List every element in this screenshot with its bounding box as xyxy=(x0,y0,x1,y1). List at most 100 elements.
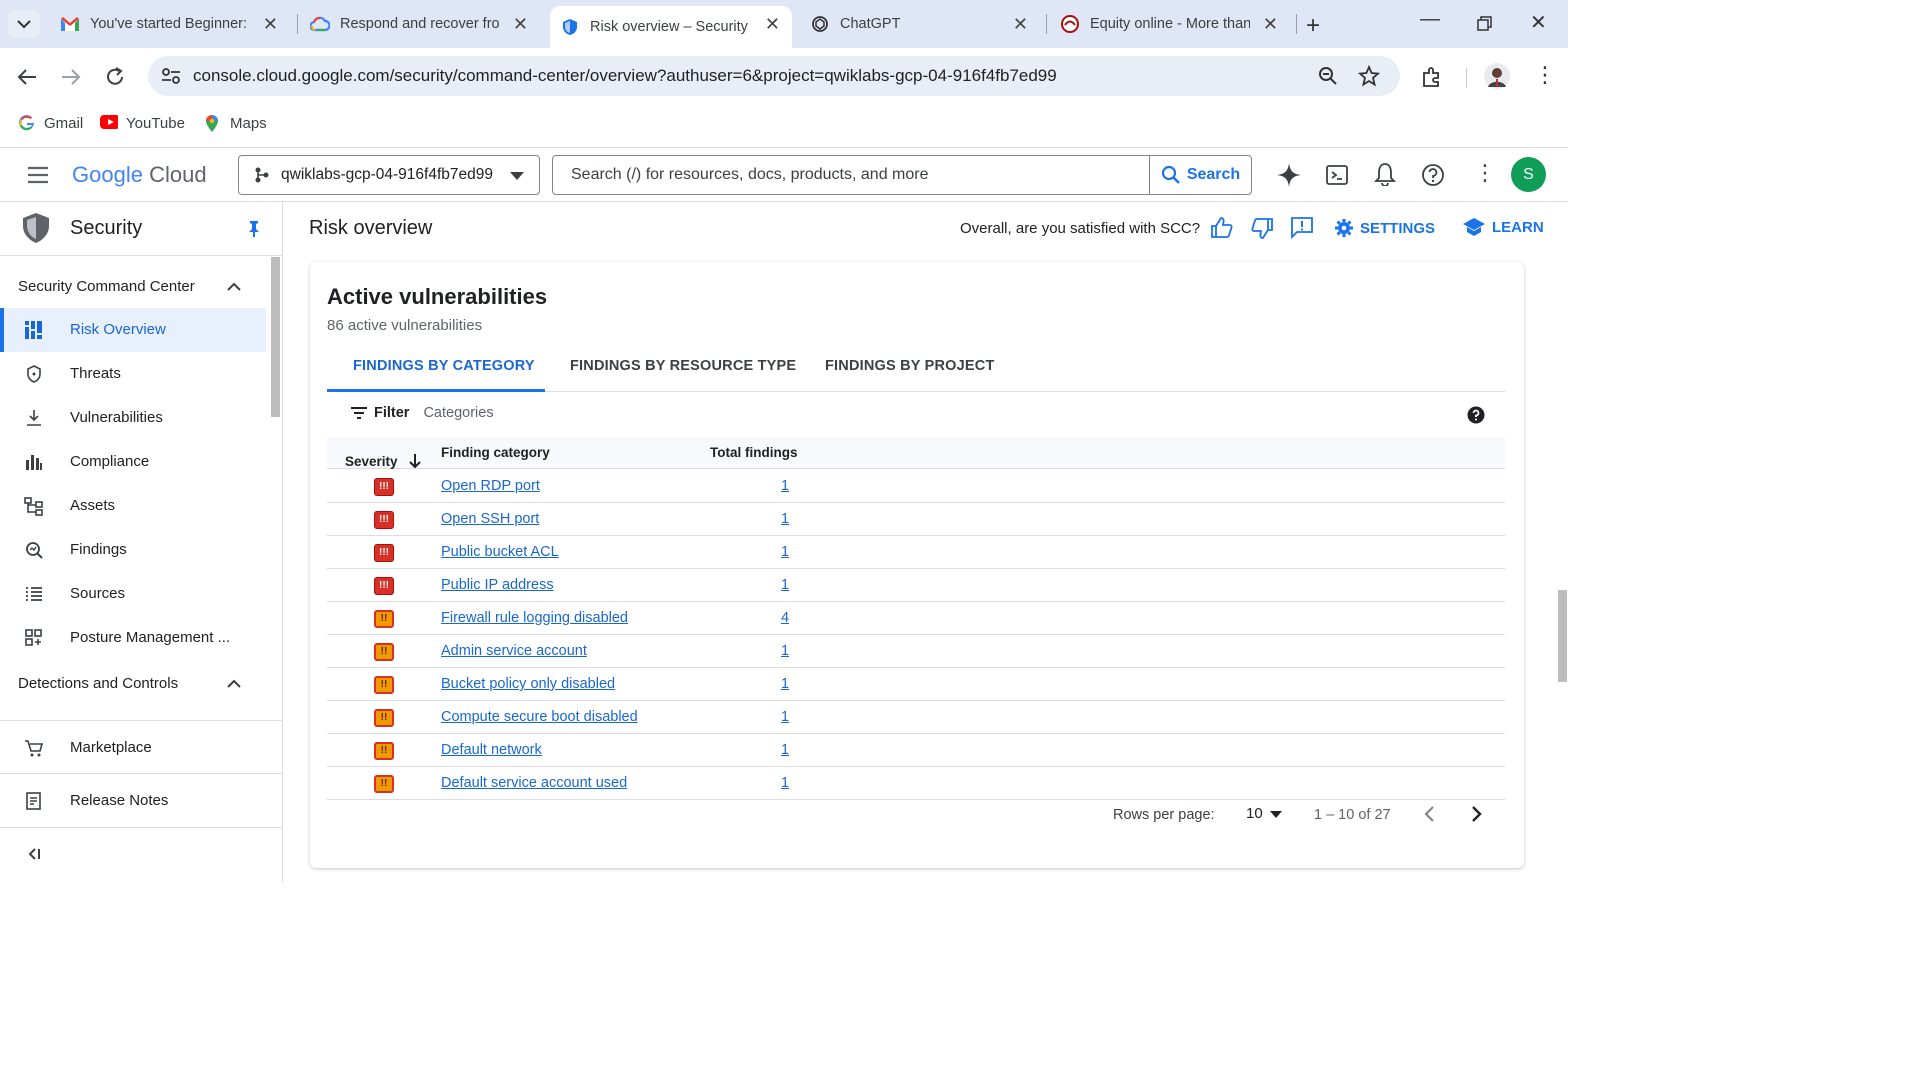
pagination-range: 1 – 10 of 27 xyxy=(1314,807,1391,823)
category-link[interactable]: Default network xyxy=(441,742,542,758)
profile-avatar-icon[interactable] xyxy=(1484,63,1510,89)
shield-icon xyxy=(27,365,41,383)
new-tab-plus-icon[interactable]: + xyxy=(1306,12,1320,40)
address-bar[interactable]: console.cloud.google.com/security/comman… xyxy=(148,56,1400,96)
reload-icon[interactable] xyxy=(104,66,126,88)
bookmark-gmail[interactable]: Gmail xyxy=(18,114,83,132)
rows-per-page-select[interactable]: 10 xyxy=(1246,805,1283,822)
sidebar-item-vulnerabilities[interactable]: Vulnerabilities xyxy=(0,396,266,440)
sidebar-item-assets[interactable]: Assets xyxy=(0,484,266,528)
tab-search-button[interactable] xyxy=(8,10,40,38)
global-search[interactable]: Search (/) for resources, docs, products… xyxy=(552,155,1252,195)
notifications-bell-icon[interactable] xyxy=(1374,162,1396,186)
category-link[interactable]: Admin service account xyxy=(441,643,587,659)
search-input[interactable]: Search (/) for resources, docs, products… xyxy=(571,166,928,184)
next-page-icon[interactable] xyxy=(1468,805,1484,823)
close-icon[interactable]: ✕ xyxy=(263,14,278,35)
browser-tab[interactable]: ChatGPT ✕ xyxy=(800,6,1040,42)
extensions-puzzle-icon[interactable] xyxy=(1420,65,1444,89)
sidebar-item-sources[interactable]: Sources xyxy=(0,572,266,616)
sidebar-scrollbar[interactable] xyxy=(271,257,280,417)
section-security-command-center[interactable]: Security Command Center xyxy=(18,278,195,295)
bookmark-youtube[interactable]: YouTube xyxy=(100,114,185,132)
hamburger-menu-icon[interactable] xyxy=(26,165,50,185)
category-link[interactable]: Default service account used xyxy=(441,775,627,791)
total-findings-link[interactable]: 1 xyxy=(781,676,789,692)
site-settings-icon[interactable] xyxy=(160,66,182,86)
page-header: Risk overview Overall, are you satisfied… xyxy=(284,202,1568,256)
close-icon[interactable]: ✕ xyxy=(513,14,528,35)
section-detections-and-controls[interactable]: Detections and Controls xyxy=(18,675,178,692)
close-icon[interactable]: ✕ xyxy=(765,14,780,35)
filter-bar[interactable]: Filter Categories xyxy=(350,405,494,421)
chevron-up-icon[interactable] xyxy=(226,677,242,689)
sidebar-item-posture-management[interactable]: Posture Management ... xyxy=(0,616,266,660)
close-window-icon[interactable]: ✕ xyxy=(1530,10,1547,35)
browser-tab-active[interactable]: Risk overview – Security – ✕ xyxy=(550,6,792,48)
total-findings-link[interactable]: 4 xyxy=(781,610,789,626)
product-title: Security xyxy=(70,217,143,239)
forward-arrow-icon[interactable] xyxy=(60,66,82,88)
account-avatar[interactable]: S xyxy=(1511,157,1546,192)
feedback-icon[interactable] xyxy=(1290,216,1314,240)
browser-tab[interactable]: Respond and recover from ✕ xyxy=(300,6,540,42)
category-link[interactable]: Open RDP port xyxy=(441,478,540,494)
tab-title: Respond and recover from xyxy=(340,16,500,32)
thumbs-up-icon[interactable] xyxy=(1210,216,1234,240)
sidebar-item-compliance[interactable]: Compliance xyxy=(0,440,266,484)
total-findings-link[interactable]: 1 xyxy=(781,544,789,560)
total-findings-link[interactable]: 1 xyxy=(781,643,789,659)
gemini-sparkle-icon[interactable] xyxy=(1276,162,1302,188)
back-arrow-icon[interactable] xyxy=(16,66,38,88)
filter-input[interactable]: Categories xyxy=(423,405,493,421)
category-link[interactable]: Compute secure boot disabled xyxy=(441,709,638,725)
sidebar-item-risk-overview[interactable]: Risk Overview xyxy=(0,308,266,352)
tab-findings-by-resource-type[interactable]: FINDINGS BY RESOURCE TYPE xyxy=(570,358,796,374)
category-link[interactable]: Public IP address xyxy=(441,577,554,593)
close-icon[interactable]: ✕ xyxy=(1013,14,1028,35)
cloud-shell-terminal-icon[interactable] xyxy=(1326,164,1348,186)
sidebar-item-marketplace[interactable]: Marketplace xyxy=(0,726,266,770)
url-text: console.cloud.google.com/security/comman… xyxy=(193,66,1057,85)
learn-button[interactable]: LEARN xyxy=(1462,217,1544,237)
total-findings-link[interactable]: 1 xyxy=(781,709,789,725)
previous-page-icon[interactable] xyxy=(1422,805,1438,823)
tab-findings-by-category[interactable]: FINDINGS BY CATEGORY xyxy=(353,358,535,374)
google-cloud-logo[interactable]: Google Cloud xyxy=(72,162,207,188)
dropdown-arrow-icon xyxy=(1269,810,1282,818)
total-findings-link[interactable]: 1 xyxy=(781,478,789,494)
total-findings-link[interactable]: 1 xyxy=(781,511,789,527)
browser-tab[interactable]: You've started Beginner: C ✕ xyxy=(50,6,290,42)
total-findings-link[interactable]: 1 xyxy=(781,775,789,791)
category-link[interactable]: Firewall rule logging disabled xyxy=(441,610,628,626)
zoom-icon[interactable] xyxy=(1318,66,1338,86)
more-options-icon[interactable]: ⋮ xyxy=(1474,160,1496,186)
cart-icon xyxy=(25,740,44,757)
restore-window-icon[interactable] xyxy=(1476,16,1492,32)
collapse-nav-icon[interactable] xyxy=(26,846,42,862)
minimize-icon[interactable]: — xyxy=(1420,8,1440,31)
category-link[interactable]: Bucket policy only disabled xyxy=(441,676,615,692)
sidebar-item-findings[interactable]: Findings xyxy=(0,528,266,572)
chevron-up-icon[interactable] xyxy=(226,280,242,292)
close-icon[interactable]: ✕ xyxy=(1263,14,1278,35)
bookmark-star-icon[interactable] xyxy=(1358,65,1380,87)
main-scrollbar[interactable] xyxy=(1558,590,1567,682)
help-icon[interactable] xyxy=(1467,406,1485,424)
bookmark-maps[interactable]: Maps xyxy=(204,114,267,132)
settings-button[interactable]: SETTINGS xyxy=(1334,218,1435,238)
search-button[interactable]: Search xyxy=(1149,156,1251,194)
category-link[interactable]: Open SSH port xyxy=(441,511,539,527)
browser-tab[interactable]: Equity online - More than ✕ xyxy=(1050,6,1290,42)
total-findings-link[interactable]: 1 xyxy=(781,577,789,593)
help-icon[interactable] xyxy=(1421,163,1445,187)
thumbs-down-icon[interactable] xyxy=(1250,218,1274,242)
sidebar-item-release-notes[interactable]: Release Notes xyxy=(0,779,266,823)
category-link[interactable]: Public bucket ACL xyxy=(441,544,559,560)
project-selector[interactable]: qwiklabs-gcp-04-916f4fb7ed99 xyxy=(238,155,540,195)
total-findings-link[interactable]: 1 xyxy=(781,742,789,758)
sidebar-item-threats[interactable]: Threats xyxy=(0,352,266,396)
chrome-menu-icon[interactable]: ⋮ xyxy=(1534,62,1556,88)
pin-icon[interactable] xyxy=(246,220,262,238)
tab-findings-by-project[interactable]: FINDINGS BY PROJECT xyxy=(825,358,995,374)
